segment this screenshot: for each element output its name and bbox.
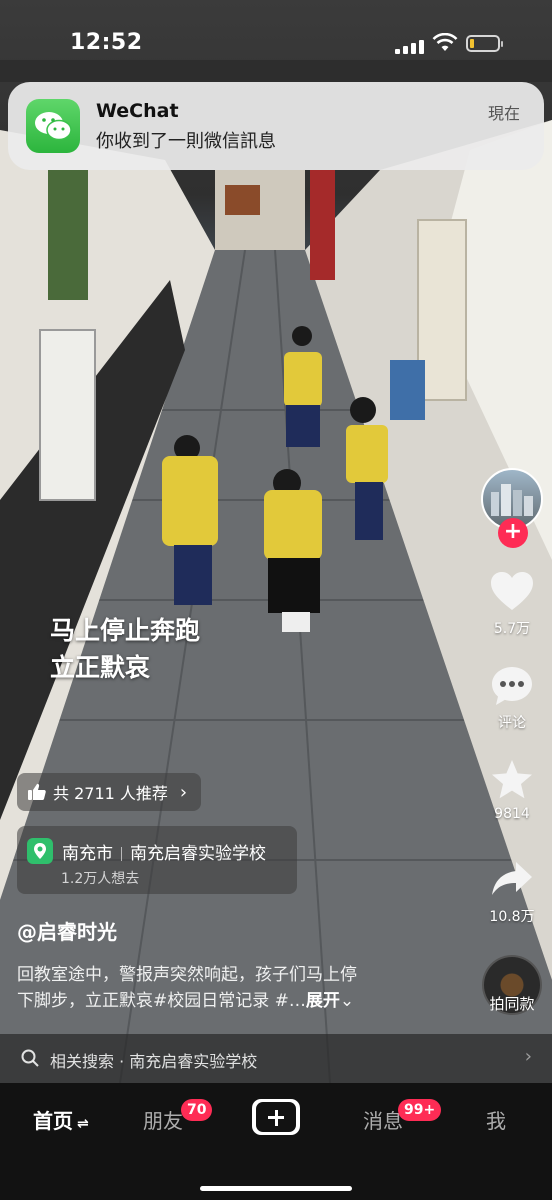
- status-time: 12:52: [70, 30, 143, 55]
- chevron-down-icon: ⌄: [339, 991, 355, 1011]
- tab-home-label: 首页: [33, 1109, 73, 1133]
- caption-line-1: 马上停止奔跑: [50, 616, 201, 645]
- tab-home[interactable]: 首页 ⇌: [33, 1105, 89, 1134]
- video-caption: 马上停止奔跑 立正默哀: [50, 612, 200, 686]
- map-pin-icon: [27, 838, 53, 864]
- tab-messages[interactable]: 消息: [363, 1105, 403, 1134]
- battery-icon: [466, 35, 503, 52]
- wifi-icon: [432, 33, 458, 51]
- recommend-text: 共 2711 人推荐: [53, 784, 168, 803]
- related-search-query: 南充启睿实验学校: [129, 1052, 258, 1071]
- notification-message: 你收到了一則微信訊息: [96, 131, 276, 152]
- location-title: 南充市 南充启睿实验学校: [62, 839, 266, 864]
- bottom-nav: 首页 ⇌ 朋友 70 消息 99+ 我: [0, 1083, 552, 1200]
- share-icon: [492, 862, 532, 895]
- recommend-button[interactable]: 共 2711 人推荐 ›: [17, 773, 202, 811]
- signal-icon: [395, 38, 425, 54]
- favorite-button[interactable]: 9814: [476, 758, 548, 822]
- description-line-2: 下脚步，立正默哀#校园日常记录 #…: [17, 991, 306, 1011]
- follow-button[interactable]: +: [498, 518, 528, 548]
- author-handle[interactable]: @启睿时光: [17, 916, 117, 945]
- status-bar: 12:52: [0, 0, 552, 80]
- create-button[interactable]: [252, 1099, 300, 1135]
- tab-friends[interactable]: 朋友: [143, 1105, 183, 1134]
- location-divider: [121, 847, 122, 861]
- like-count: 5.7万: [493, 621, 531, 637]
- star-icon: [492, 760, 532, 799]
- search-icon: [21, 1049, 39, 1067]
- notification-app-name: WeChat: [96, 100, 179, 122]
- notification-time: 現在: [487, 104, 520, 123]
- expand-button[interactable]: 展开: [306, 991, 340, 1011]
- friends-badge: 70: [181, 1099, 213, 1121]
- share-count: 10.8万: [489, 909, 535, 925]
- location-wants: 1.2万人想去: [61, 871, 140, 887]
- favorite-count: 9814: [494, 806, 530, 822]
- location-place: 南充启睿实验学校: [130, 844, 266, 864]
- chevron-right-icon: ›: [179, 781, 188, 803]
- share-button[interactable]: 10.8万: [476, 858, 548, 926]
- like-button[interactable]: 5.7万: [476, 570, 548, 638]
- related-search-bar[interactable]: 相关搜索 · 南充启睿实验学校 ›: [0, 1034, 552, 1083]
- location-card[interactable]: 南充市 南充启睿实验学校 1.2万人想去: [17, 826, 297, 894]
- switch-icon: ⇌: [77, 1116, 89, 1132]
- tab-me[interactable]: 我: [486, 1105, 506, 1134]
- comment-label: 评论: [498, 715, 526, 731]
- messages-badge: 99+: [398, 1099, 442, 1121]
- location-city: 南充市: [62, 844, 113, 864]
- plus-icon: [256, 1102, 296, 1132]
- related-search-text: 相关搜索 · 南充启睿实验学校: [50, 1048, 257, 1072]
- description-line-1: 回教室途中，警报声突然响起，孩子们马上停: [17, 965, 357, 985]
- related-search-label: 相关搜索: [50, 1052, 115, 1071]
- same-style-button[interactable]: 拍同款: [476, 993, 548, 1014]
- comment-icon: [492, 667, 532, 705]
- video-description: 回教室途中，警报声突然响起，孩子们马上停 下脚步，立正默哀#校园日常记录 #…展…: [17, 962, 437, 1014]
- related-search-separator: ·: [119, 1052, 125, 1071]
- caption-line-2: 立正默哀: [50, 653, 151, 682]
- heart-icon: [491, 572, 533, 610]
- wechat-notification[interactable]: WeChat 你收到了一則微信訊息 現在: [8, 82, 544, 170]
- home-indicator[interactable]: [200, 1186, 352, 1191]
- comment-button[interactable]: 评论: [476, 664, 548, 732]
- chevron-right-icon: ›: [524, 1046, 532, 1067]
- thumbs-up-icon: [28, 783, 46, 800]
- wechat-icon: [26, 99, 80, 153]
